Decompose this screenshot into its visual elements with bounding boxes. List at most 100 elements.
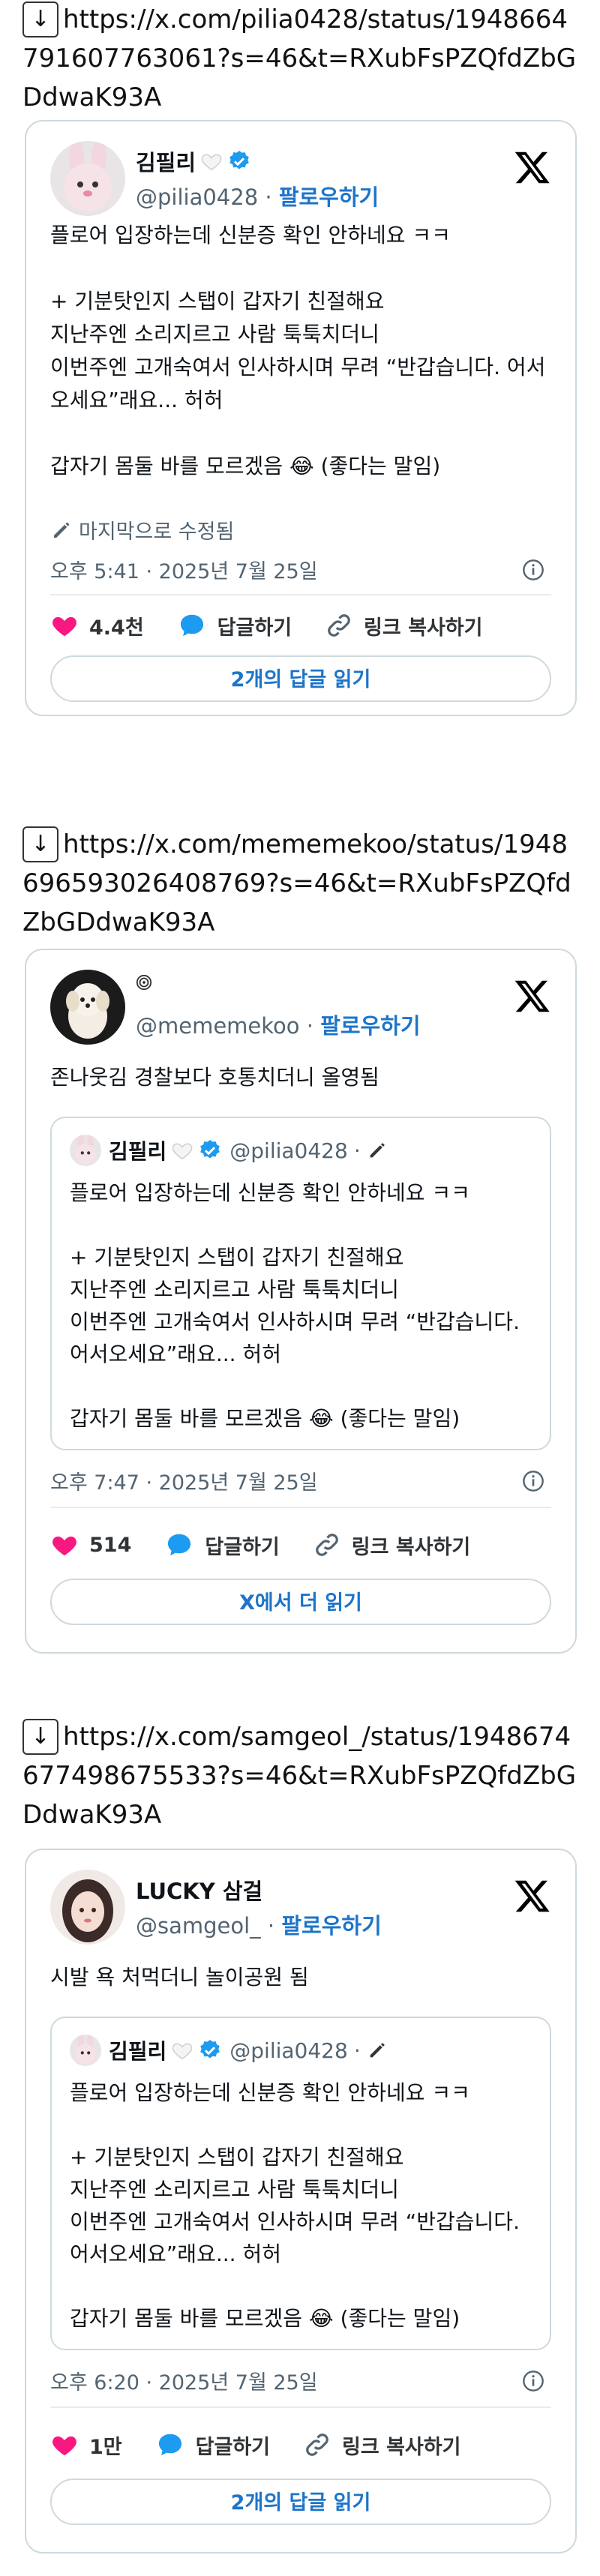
reply-button[interactable]: 답글하기 xyxy=(155,2431,270,2460)
handle-line: @mememekoo · 팔로우하기 xyxy=(136,1013,421,1039)
down-arrow-icon: ↓ xyxy=(22,1,58,37)
down-arrow-icon: ↓ xyxy=(22,826,58,862)
author-handle[interactable]: @samgeol_ xyxy=(136,1913,261,1939)
x-logo-icon[interactable] xyxy=(514,1877,551,1915)
down-arrow-icon: ↓ xyxy=(22,1719,58,1755)
avatar xyxy=(70,2035,101,2066)
pencil-icon xyxy=(370,2043,385,2058)
verified-badge-icon xyxy=(230,151,249,169)
copy-link-button[interactable]: 링크 복사하기 xyxy=(303,2431,460,2460)
divider xyxy=(50,1507,551,1508)
avatar xyxy=(70,1135,101,1166)
info-icon[interactable] xyxy=(521,1469,545,1493)
info-icon[interactable] xyxy=(521,2369,545,2393)
avatar[interactable] xyxy=(50,141,125,216)
quoted-author-handle: @pilia0428 xyxy=(230,1138,348,1163)
quoted-header: 김필리 @pilia0428 · xyxy=(70,2035,388,2066)
author-handle[interactable]: @mememekoo xyxy=(136,1013,300,1039)
quoted-header: 김필리 @pilia0428 · xyxy=(70,1135,388,1166)
author-name-line[interactable] xyxy=(136,974,152,991)
follow-button[interactable]: 팔로우하기 xyxy=(320,1013,420,1039)
quoted-author-handle: @pilia0428 xyxy=(230,2038,348,2063)
quoted-text: 플로어 입장하는데 신분증 확인 안하네요 ㅋㅋ + 기분탓인지 스탭이 갑자기… xyxy=(70,1180,520,1431)
read-more-on-x-button[interactable]: X에서 더 읽기 xyxy=(50,1579,551,1625)
x-logo-icon[interactable] xyxy=(514,977,551,1015)
tweet-card[interactable]: 김필리 @pilia0428 · 팔로우하기 플로어 입장하는데 신분증 확인 … xyxy=(25,120,577,716)
tweet-actions: 4.4천 답글하기 링크 복사하기 xyxy=(50,607,551,644)
read-replies-button[interactable]: 2개의 답글 읽기 xyxy=(50,655,551,702)
copy-link-label: 링크 복사하기 xyxy=(351,1535,471,1559)
handle-line: @pilia0428 · 팔로우하기 xyxy=(136,184,380,210)
read-replies-button[interactable]: 2개의 답글 읽기 xyxy=(50,2479,551,2525)
tweet-url-text[interactable]: https://x.com/samgeol_/status/1948674677… xyxy=(22,1722,576,1830)
tweet-card[interactable]: @mememekoo · 팔로우하기 존나웃김 경찰보다 호통치더니 올영됨 김… xyxy=(25,949,577,1654)
author-name-line[interactable]: LUCKY 삼걸 xyxy=(136,1874,262,1906)
like-count: 1만 xyxy=(89,2435,122,2459)
quoted-tweet[interactable]: 김필리 @pilia0428 · 플로어 입장하는데 신분증 확인 안하네요 ㅋ… xyxy=(50,1117,551,1450)
tweet-actions: 514 답글하기 링크 복사하기 xyxy=(50,1526,551,1564)
reply-bubble-icon xyxy=(180,614,203,637)
like-button[interactable]: 1만 xyxy=(50,2431,122,2460)
tweet-timestamp[interactable]: 오후 5:41 · 2025년 7월 25일 xyxy=(50,555,318,584)
link-icon xyxy=(328,614,350,637)
tweet-url-1[interactable]: ↓ https://x.com/pilia0428/status/19486647… xyxy=(22,0,581,117)
pencil-icon xyxy=(370,1143,385,1158)
tweet-url-text[interactable]: https://x.com/mememekoo/status/194869659… xyxy=(22,829,572,937)
tweet-url-text[interactable]: https://x.com/pilia0428/status/194866479… xyxy=(22,4,576,112)
handle-line: @samgeol_ · 팔로우하기 xyxy=(136,1913,382,1939)
author-name-line[interactable]: 김필리 xyxy=(136,145,251,177)
quoted-author-name: 김필리 xyxy=(109,1139,167,1164)
reply-label: 답글하기 xyxy=(217,616,292,640)
reply-bubble-icon xyxy=(168,1534,191,1556)
copy-link-button[interactable]: 링크 복사하기 xyxy=(325,611,483,640)
white-heart-icon xyxy=(172,1143,193,1160)
info-icon[interactable] xyxy=(521,558,545,582)
verified-badge-icon xyxy=(200,2040,220,2059)
author-name[interactable]: 김필리 xyxy=(136,145,196,177)
tweet-url-2[interactable]: ↓ https://x.com/mememekoo/status/19486965… xyxy=(22,825,581,942)
reply-bubble-icon xyxy=(158,2434,182,2456)
link-icon xyxy=(315,1534,338,1556)
tweet-header: LUCKY 삼걸 @samgeol_ · 팔로우하기 xyxy=(50,1870,551,1952)
tweet-text: 플로어 입장하는데 신분증 확인 안하네요 ㅋㅋ + 기분탓인지 스탭이 갑자기… xyxy=(50,223,546,478)
link-icon xyxy=(306,2434,328,2456)
avatar[interactable] xyxy=(50,1870,125,1945)
tweet-card[interactable]: LUCKY 삼걸 @samgeol_ · 팔로우하기 시발 욕 처먹더니 놀이공… xyxy=(25,1849,577,2554)
quoted-author-name: 김필리 xyxy=(109,2039,167,2064)
copy-link-button[interactable]: 링크 복사하기 xyxy=(313,1531,470,1560)
avatar[interactable] xyxy=(50,970,125,1045)
like-button[interactable]: 514 xyxy=(50,1531,131,1559)
heart-icon xyxy=(52,2436,76,2456)
reply-button[interactable]: 답글하기 xyxy=(177,611,292,640)
follow-button[interactable]: 팔로우하기 xyxy=(281,1913,381,1939)
like-count: 514 xyxy=(89,1533,132,1557)
tweet-actions: 1만 답글하기 링크 복사하기 xyxy=(50,2426,551,2464)
like-count: 4.4천 xyxy=(89,616,144,640)
heart-icon xyxy=(52,616,76,637)
reply-button[interactable]: 답글하기 xyxy=(164,1531,280,1560)
tweet-timestamp[interactable]: 오후 7:47 · 2025년 7월 25일 xyxy=(50,1466,318,1495)
edited-indicator[interactable]: 마지막으로 수정됨 xyxy=(50,515,234,544)
heart-icon xyxy=(52,1536,76,1556)
reply-label: 답글하기 xyxy=(205,1535,280,1559)
reply-label: 답글하기 xyxy=(195,2435,271,2459)
swirl-emoji-icon xyxy=(136,974,152,991)
pencil-icon xyxy=(54,522,70,538)
author-name[interactable]: LUCKY 삼걸 xyxy=(136,1874,262,1906)
tweet-timestamp[interactable]: 오후 6:20 · 2025년 7월 25일 xyxy=(50,2366,318,2395)
follow-button[interactable]: 팔로우하기 xyxy=(279,184,379,210)
tweet-header: 김필리 @pilia0428 · 팔로우하기 xyxy=(50,141,551,223)
copy-link-label: 링크 복사하기 xyxy=(364,616,483,640)
copy-link-label: 링크 복사하기 xyxy=(342,2435,461,2459)
tweet-text: 시발 욕 처먹더니 놀이공원 됨 xyxy=(50,1965,309,1990)
verified-badge-icon xyxy=(200,1140,220,1159)
white-heart-icon xyxy=(201,154,222,171)
quoted-tweet[interactable]: 김필리 @pilia0428 · 플로어 입장하는데 신분증 확인 안하네요 ㅋ… xyxy=(50,2017,551,2350)
author-handle[interactable]: @pilia0428 xyxy=(136,184,258,210)
white-heart-icon xyxy=(172,2043,193,2060)
x-logo-icon[interactable] xyxy=(514,148,551,186)
divider xyxy=(50,594,551,595)
tweet-url-3[interactable]: ↓ https://x.com/samgeol_/status/194867467… xyxy=(22,1717,581,1834)
divider xyxy=(50,2407,551,2408)
like-button[interactable]: 4.4천 xyxy=(50,611,144,640)
